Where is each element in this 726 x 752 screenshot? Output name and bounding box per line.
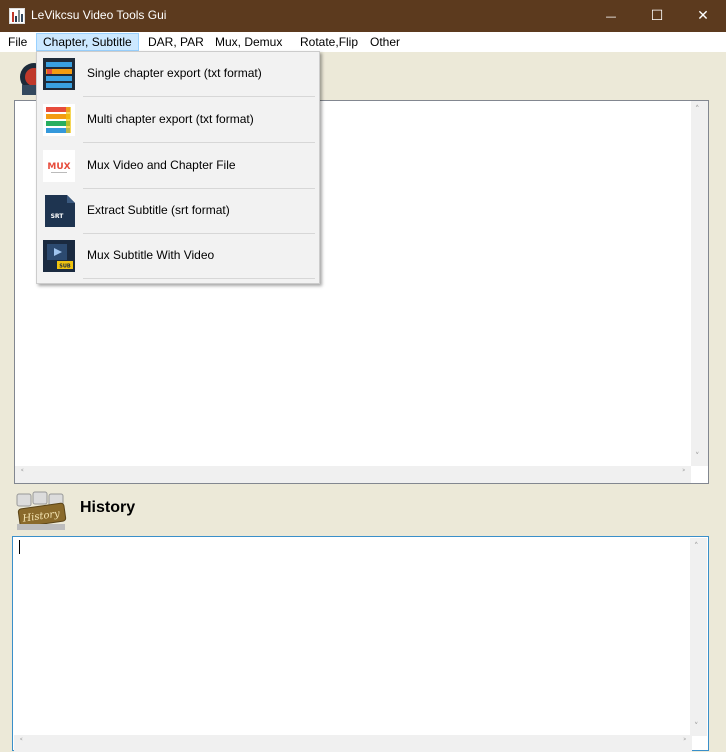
menu-chapter-subtitle[interactable]: Chapter, Subtitle — [36, 33, 139, 51]
scroll-up-icon[interactable]: ˄ — [695, 105, 700, 115]
menu-other[interactable]: Other — [364, 33, 406, 51]
minimize-icon: — — [605, 9, 617, 23]
output-horizontal-scrollbar[interactable]: ˂ ˃ — [15, 466, 691, 483]
menu-item-multi-chapter-export[interactable]: Multi chapter export (txt format) — [39, 98, 317, 142]
menu-item-label: Single chapter export (txt format) — [87, 66, 262, 80]
menu-item-mux-video-chapter[interactable]: MUX Mux Video and Chapter File — [39, 144, 317, 188]
history-icon: History — [15, 490, 67, 530]
output-vertical-scrollbar[interactable]: ˄ ˅ — [691, 101, 708, 466]
menu-rotate-flip[interactable]: Rotate,Flip — [294, 33, 364, 51]
menu-bar: File Chapter, Subtitle DAR, PAR Mux, Dem… — [0, 32, 726, 52]
srt-icon-text: SRT — [51, 213, 65, 220]
mux-icon: MUX — [43, 150, 75, 182]
window-title: LeVikcsu Video Tools Gui — [31, 8, 167, 22]
mux-icon-text: MUX — [47, 162, 70, 172]
maximize-icon: ☐ — [650, 8, 664, 24]
menu-item-extract-subtitle[interactable]: SRT Extract Subtitle (srt format) — [39, 189, 317, 233]
close-button[interactable]: ✕ — [680, 0, 726, 32]
history-scroll-right-icon[interactable]: ˃ — [683, 738, 688, 748]
menu-file[interactable]: File — [2, 33, 33, 51]
history-vertical-scrollbar[interactable]: ˄ ˅ — [690, 538, 707, 736]
menu-item-label: Extract Subtitle (srt format) — [87, 203, 230, 217]
scroll-down-icon[interactable]: ˅ — [695, 452, 700, 462]
minimize-button[interactable]: — — [588, 0, 634, 32]
scroll-left-icon[interactable]: ˂ — [20, 469, 25, 479]
close-icon: ✕ — [697, 8, 709, 24]
history-horizontal-scrollbar[interactable]: ˂ ˃ — [14, 735, 692, 752]
menu-item-single-chapter-export[interactable]: Single chapter export (txt format) — [39, 52, 317, 96]
menu-item-label: Mux Subtitle With Video — [87, 248, 215, 262]
chapter-subtitle-dropdown: Single chapter export (txt format) Multi… — [36, 51, 320, 284]
separator — [83, 96, 315, 97]
menu-dar-par[interactable]: DAR, PAR — [142, 33, 210, 51]
history-scroll-left-icon[interactable]: ˂ — [19, 738, 24, 748]
history-scroll-up-icon[interactable]: ˄ — [694, 542, 699, 552]
history-textbox[interactable]: ˄ ˅ ˂ ˃ — [12, 536, 709, 752]
sub-video-icon: SUB — [43, 240, 75, 272]
menu-item-mux-subtitle-video[interactable]: SUB Mux Subtitle With Video — [39, 234, 317, 278]
multi-chapter-icon — [43, 104, 75, 136]
text-caret — [19, 540, 20, 554]
history-title: History — [80, 499, 136, 516]
srt-file-icon: SRT — [43, 195, 75, 227]
sub-icon-text: SUB — [59, 264, 71, 270]
title-bar: LeVikcsu Video Tools Gui — ☐ ✕ — [0, 0, 726, 32]
menu-mux-demux[interactable]: Mux, Demux — [209, 33, 288, 51]
scroll-right-icon[interactable]: ˃ — [682, 469, 687, 479]
separator — [83, 142, 315, 143]
separator — [83, 278, 315, 279]
single-chapter-icon — [43, 58, 75, 90]
menu-item-label: Mux Video and Chapter File — [87, 158, 236, 172]
menu-item-label: Multi chapter export (txt format) — [87, 112, 254, 126]
maximize-button[interactable]: ☐ — [634, 0, 680, 32]
history-scroll-down-icon[interactable]: ˅ — [694, 722, 699, 732]
app-icon — [9, 8, 25, 24]
